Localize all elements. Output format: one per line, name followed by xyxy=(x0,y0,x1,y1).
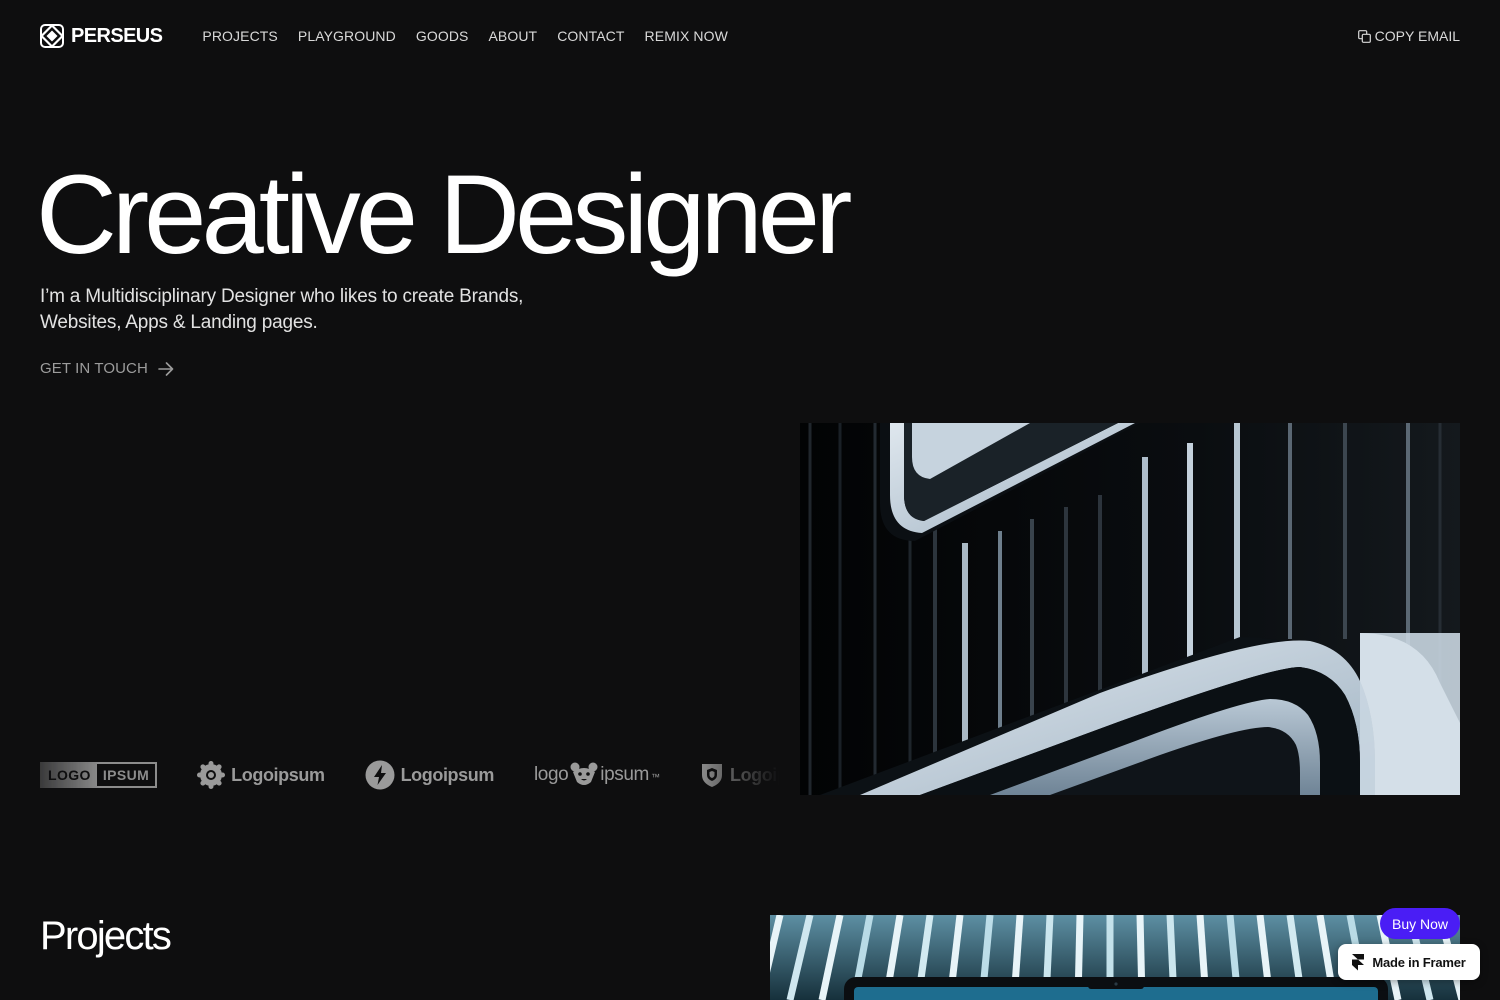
sunburst-icon xyxy=(197,761,226,789)
nav-item-remix-now[interactable]: REMIX NOW xyxy=(645,28,728,44)
made-in-framer-label: Made in Framer xyxy=(1372,954,1466,970)
client-logo-text: Logoipsum xyxy=(729,764,780,785)
framer-icon xyxy=(1352,953,1365,970)
arrow-right-icon xyxy=(158,361,174,376)
client-logo: LOGO IPSUM xyxy=(40,762,158,788)
buy-now-button[interactable]: Buy Now xyxy=(1380,908,1460,939)
nav-item-playground[interactable]: PLAYGROUND xyxy=(298,28,396,44)
client-logo-text-a: logo xyxy=(533,764,569,785)
shield-icon xyxy=(701,764,722,787)
nav-item-about[interactable]: ABOUT xyxy=(488,28,537,44)
projects-heading: Projects xyxy=(40,914,172,958)
main-nav: PROJECTS PLAYGROUND GOODS ABOUT CONTACT … xyxy=(202,28,728,44)
get-in-touch-button[interactable]: GET IN TOUCH xyxy=(40,360,174,377)
logo-box-text-a: LOGO xyxy=(42,764,97,786)
perseus-logo-icon xyxy=(40,24,64,48)
brand-name: PERSEUS xyxy=(71,24,163,47)
logo-box-icon: LOGO IPSUM xyxy=(40,762,158,788)
architecture-illustration xyxy=(800,423,1460,795)
nav-item-projects[interactable]: PROJECTS xyxy=(202,28,277,44)
copy-email-button[interactable]: COPY EMAIL xyxy=(1357,28,1460,44)
client-logo-text-b: ipsum xyxy=(600,764,649,785)
client-logos-strip: LOGO IPSUM Logoipsum Logoipsum logo ipsu… xyxy=(40,752,780,798)
brand-logo[interactable]: PERSEUS xyxy=(40,24,163,48)
bear-icon xyxy=(570,762,598,785)
client-logo: Logoipsum xyxy=(365,760,494,790)
client-logo-text: Logoipsum xyxy=(400,764,495,785)
copy-icon xyxy=(1357,29,1371,43)
architecture-balconies-image xyxy=(800,423,1460,795)
copy-email-label: COPY EMAIL xyxy=(1374,28,1460,44)
site-header: PERSEUS PROJECTS PLAYGROUND GOODS ABOUT … xyxy=(40,22,1460,50)
trademark-mark: ™ xyxy=(650,772,660,782)
made-in-framer-badge[interactable]: Made in Framer xyxy=(1338,944,1480,980)
hero-description: I’m a Multidisciplinary Designer who lik… xyxy=(40,286,524,333)
hero-title: Creative Designer xyxy=(36,152,852,277)
client-logo: Logoipsum xyxy=(197,761,325,789)
get-in-touch-label: GET IN TOUCH xyxy=(40,360,148,377)
client-logo: Logoipsum xyxy=(700,762,780,788)
nav-item-goods[interactable]: GOODS xyxy=(416,28,469,44)
client-logo: logo ipsum ™ xyxy=(534,762,660,788)
logo-box-text-b: IPSUM xyxy=(102,767,150,783)
bolt-circle-icon xyxy=(365,760,395,790)
nav-item-contact[interactable]: CONTACT xyxy=(557,28,624,44)
client-logo-text: Logoipsum xyxy=(231,764,325,785)
